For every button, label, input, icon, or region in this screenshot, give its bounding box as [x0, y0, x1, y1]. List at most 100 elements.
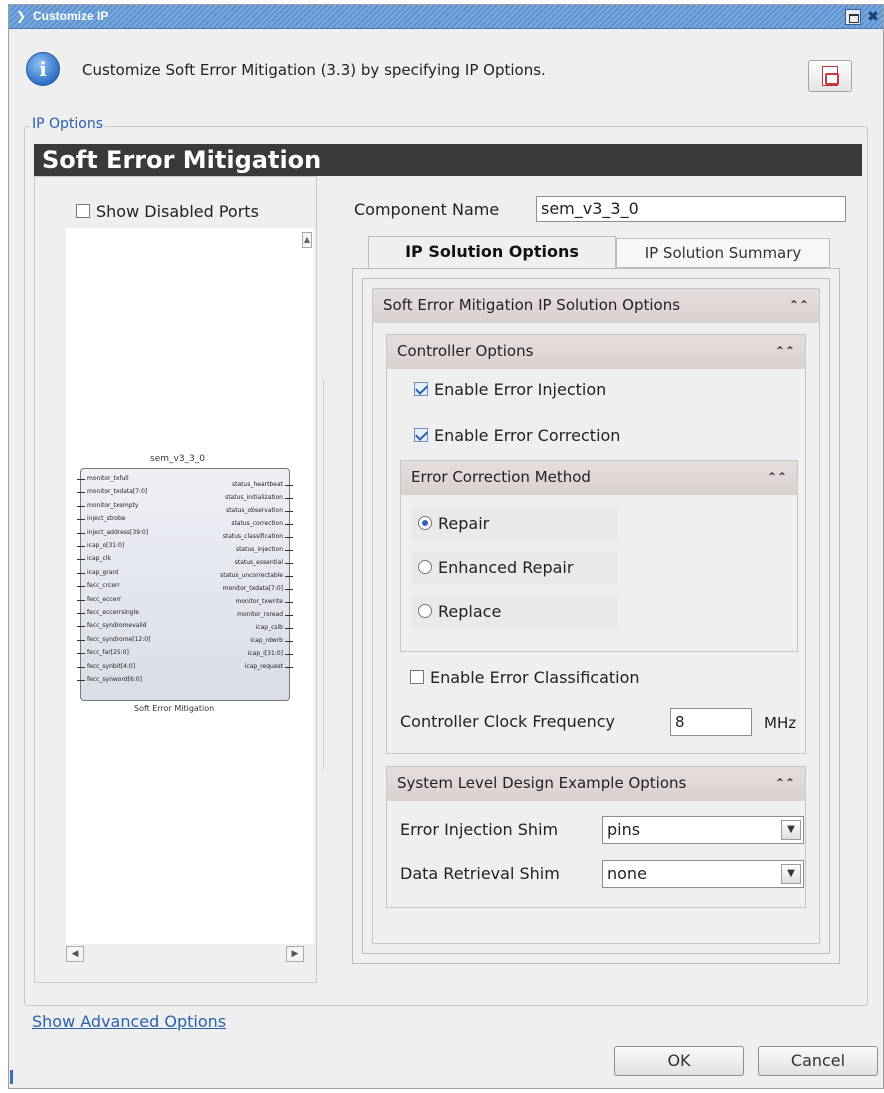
- data-retrieval-shim-select[interactable]: none ▼: [602, 860, 804, 888]
- info-icon: i: [26, 52, 60, 86]
- enable-error-injection-label: Enable Error Injection: [434, 380, 607, 399]
- radio-label: Replace: [438, 602, 502, 621]
- controller-options-title: Controller Options: [397, 342, 534, 360]
- pdf-icon: [822, 66, 839, 86]
- ip-banner-title: Soft Error Mitigation: [34, 144, 862, 176]
- symbol-port-right: status_classification: [222, 533, 294, 540]
- title-bar: ❯ Customize IP ✖: [9, 5, 883, 29]
- window-menu-icon[interactable]: ❯: [13, 8, 29, 24]
- symbol-port-left: fecc_crcerr: [77, 582, 120, 590]
- radio-label: Enhanced Repair: [438, 558, 574, 577]
- solution-options-header[interactable]: Soft Error Mitigation IP Solution Option…: [373, 289, 819, 323]
- checkbox-box[interactable]: [414, 382, 428, 396]
- system-level-header[interactable]: System Level Design Example Options ⌃⌃: [387, 767, 805, 801]
- show-disabled-ports-checkbox[interactable]: Show Disabled Ports: [76, 202, 259, 221]
- radio-replace[interactable]: Replace: [418, 602, 501, 621]
- checkbox-box[interactable]: [76, 204, 90, 218]
- documentation-button[interactable]: [808, 60, 852, 92]
- ok-button[interactable]: OK: [614, 1046, 744, 1076]
- dropdown-arrow-icon[interactable]: ▼: [781, 864, 801, 884]
- symbol-port-right: icap_rdwrb: [250, 637, 293, 644]
- select-value: pins: [607, 820, 641, 839]
- enable-error-classification-label: Enable Error Classification: [430, 668, 640, 687]
- dropdown-arrow-icon[interactable]: ▼: [781, 820, 801, 840]
- symbol-port-left: icap_o[31:0]: [76, 542, 125, 549]
- close-icon[interactable]: ✖: [865, 9, 881, 25]
- error-correction-method-title: Error Correction Method: [411, 468, 591, 486]
- enable-error-correction-checkbox[interactable]: Enable Error Correction: [414, 426, 620, 445]
- symbol-port-left: monitor_txempty: [76, 501, 139, 509]
- symbol-port-right: monitor_txwrite: [235, 598, 294, 605]
- error-injection-shim-label: Error Injection Shim: [400, 820, 559, 839]
- symbol-port-left: inject_strobe: [76, 515, 126, 523]
- symbol-port-left: inject_address[39:0]: [76, 528, 149, 536]
- symbol-port-right: monitor_txdata[7:0]: [222, 585, 294, 592]
- error-injection-shim-select[interactable]: pins ▼: [602, 816, 804, 844]
- ip-options-legend: IP Options: [30, 116, 106, 132]
- symbol-port-left: icap_grant: [77, 568, 119, 576]
- symbol-port-left: fecc_syndromevalid: [77, 622, 147, 630]
- show-disabled-ports-label: Show Disabled Ports: [96, 202, 259, 221]
- radio-label: Repair: [438, 514, 490, 533]
- symbol-caption: Soft Error Mitigation: [134, 704, 215, 713]
- symbol-instance-name: sem_v3_3_0: [150, 454, 205, 464]
- symbol-port-left: fecc_far[25:0]: [77, 649, 129, 657]
- radio-button[interactable]: [418, 604, 432, 618]
- symbol-port-right: icap_csib: [255, 624, 294, 631]
- window-title: Customize IP: [33, 9, 109, 23]
- symbol-port-left: fecc_synword[6:0]: [77, 676, 142, 683]
- scroll-up-button[interactable]: ▲: [302, 232, 312, 248]
- enable-error-correction-label: Enable Error Correction: [434, 426, 621, 445]
- symbol-port-right: status_injection: [235, 546, 294, 553]
- component-name-label: Component Name: [354, 200, 500, 219]
- system-level-title: System Level Design Example Options: [397, 774, 687, 792]
- data-retrieval-shim-label: Data Retrieval Shim: [400, 864, 560, 883]
- collapse-icon[interactable]: ⌃⌃: [775, 335, 795, 367]
- symbol-port-left: fecc_syndrome[12:0]: [76, 635, 151, 643]
- symbol-port-right: icap_i[31:0]: [247, 650, 294, 657]
- maximize-icon[interactable]: [845, 9, 861, 25]
- symbol-port-left: fecc_eccerrsingle: [77, 609, 139, 616]
- tab-ip-solution-summary[interactable]: IP Solution Summary: [616, 238, 830, 268]
- show-advanced-options-link[interactable]: Show Advanced Options: [32, 1012, 226, 1031]
- solution-options-title: Soft Error Mitigation IP Solution Option…: [383, 296, 681, 314]
- scroll-right-button[interactable]: ▶: [286, 946, 304, 962]
- error-correction-method-header[interactable]: Error Correction Method ⌃⌃: [401, 461, 797, 495]
- symbol-port-left: monitor_txfull: [77, 475, 129, 482]
- scroll-left-button[interactable]: ◀: [66, 946, 84, 962]
- clock-unit-label: MHz: [764, 714, 797, 732]
- radio-repair[interactable]: Repair: [418, 514, 489, 533]
- symbol-port-right: status_observation: [226, 507, 293, 514]
- select-value: none: [607, 864, 647, 883]
- enable-error-classification-checkbox[interactable]: Enable Error Classification: [410, 668, 640, 687]
- controller-options-header[interactable]: Controller Options ⌃⌃: [387, 335, 805, 369]
- radio-enhanced-repair[interactable]: Enhanced Repair: [418, 558, 573, 577]
- controller-clock-input[interactable]: 8: [670, 708, 752, 736]
- symbol-port-right: status_uncorrectable: [220, 572, 293, 579]
- radio-button[interactable]: [418, 560, 432, 574]
- symbol-port-left: fecc_synbit[4:0]: [76, 662, 136, 670]
- symbol-port-right: status_heartbeat: [232, 481, 293, 488]
- symbol-port-right: status_essential: [234, 559, 294, 566]
- checkbox-box[interactable]: [414, 428, 428, 442]
- pane-splitter[interactable]: [323, 380, 327, 770]
- checkbox-box[interactable]: [410, 670, 424, 684]
- cancel-button[interactable]: Cancel: [758, 1046, 878, 1076]
- symbol-port-left: monitor_txdata[7:0]: [76, 488, 148, 496]
- symbol-port-right: icap_request: [244, 663, 294, 670]
- header-description: Customize Soft Error Mitigation (3.3) by…: [82, 61, 546, 79]
- radio-button[interactable]: [418, 516, 432, 530]
- window-edge-marker: [10, 1070, 13, 1084]
- symbol-port-right: monitor_rxread: [237, 611, 293, 618]
- symbol-port-right: status_correction: [231, 520, 293, 527]
- ip-symbol-block[interactable]: monitor_txfull monitor_txdata[7:0] monitor…: [76, 468, 294, 701]
- tab-ip-solution-options[interactable]: IP Solution Options: [368, 236, 616, 268]
- symbol-port-left: icap_clk: [77, 555, 111, 563]
- collapse-icon[interactable]: ⌃⌃: [789, 289, 809, 321]
- controller-clock-label: Controller Clock Frequency: [400, 712, 615, 731]
- component-name-input[interactable]: sem_v3_3_0: [536, 196, 846, 222]
- enable-error-injection-checkbox[interactable]: Enable Error Injection: [414, 380, 606, 399]
- collapse-icon[interactable]: ⌃⌃: [775, 767, 795, 799]
- symbol-port-right: status_initialization: [225, 494, 293, 501]
- collapse-icon[interactable]: ⌃⌃: [767, 461, 787, 493]
